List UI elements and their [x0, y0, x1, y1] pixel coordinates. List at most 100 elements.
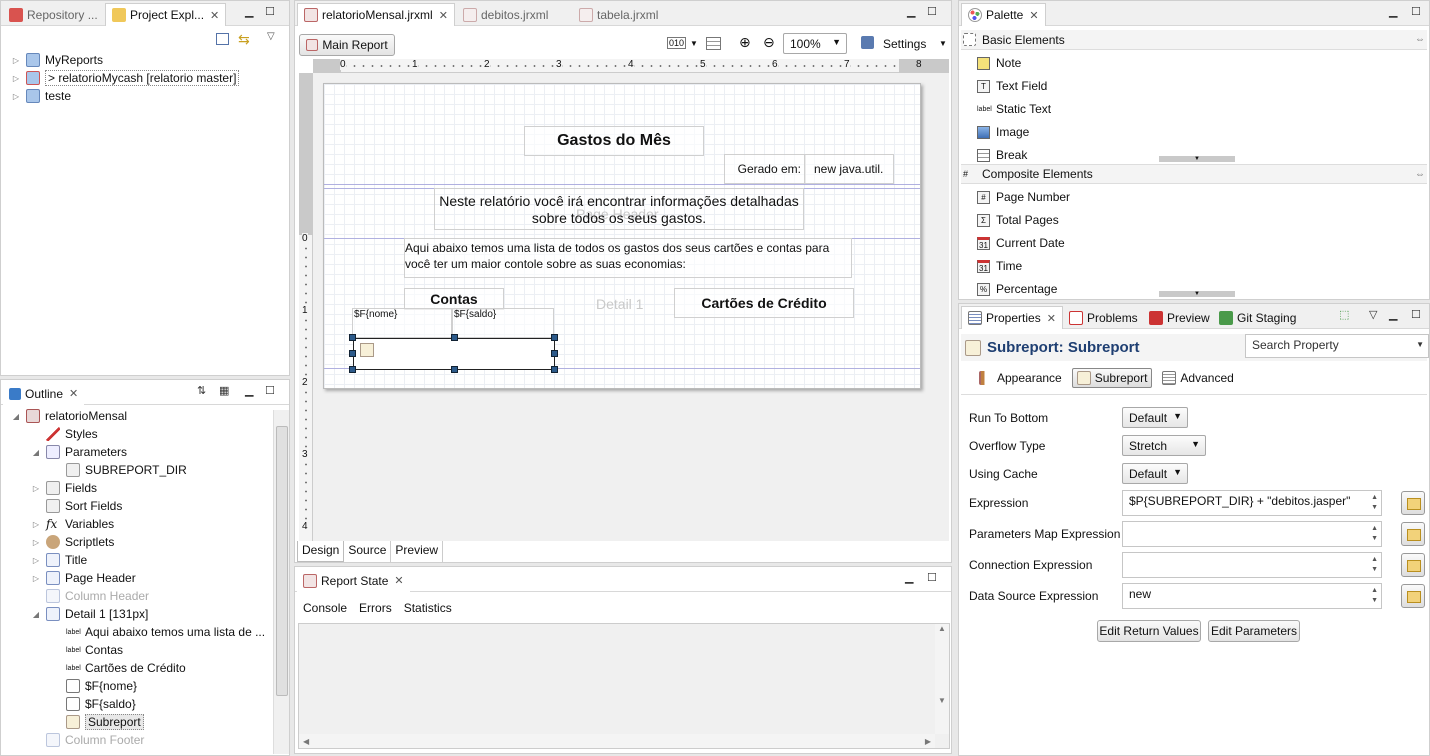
outline-item[interactable]: Styles — [31, 425, 98, 443]
tab-relatoriomensal[interactable]: relatorioMensal.jrxml ✕ — [297, 3, 455, 26]
expand-icon[interactable]: ▷ — [31, 538, 41, 547]
collapse-icon[interactable]: ◢ — [31, 448, 41, 457]
maximize-icon[interactable]: ☐ — [265, 5, 275, 18]
tab-errors[interactable]: Errors — [359, 601, 392, 615]
tab-debitos[interactable]: debitos.jrxml — [457, 3, 554, 26]
resize-handle[interactable] — [349, 334, 356, 341]
tab-advanced[interactable]: Advanced — [1158, 369, 1237, 387]
view-menu-icon[interactable]: ▽ — [267, 31, 275, 42]
filter-icon[interactable]: ▦ — [219, 384, 229, 397]
expression-editor-button[interactable] — [1401, 491, 1425, 515]
outline-item[interactable]: ▷ Page Header — [31, 569, 136, 587]
description-text-element[interactable]: Aqui abaixo temos uma lista de todos os … — [404, 238, 852, 278]
expand-icon[interactable]: ▷ — [31, 556, 41, 565]
tab-outline[interactable]: Outline ✕ — [3, 382, 85, 405]
console-output[interactable]: ▲ ▼ ◀ ▶ — [298, 623, 950, 749]
tab-console[interactable]: Console — [303, 601, 347, 615]
datasource-field[interactable]: new ▲ ▼ — [1122, 583, 1382, 609]
maximize-icon[interactable]: ☐ — [1411, 5, 1421, 18]
new-window-icon[interactable]: ⬚ — [1339, 308, 1349, 321]
expression-field[interactable]: $P{SUBREPORT_DIR} + "debitos.jasper" ▲ ▼ — [1122, 490, 1382, 516]
close-icon[interactable]: ✕ — [394, 574, 403, 587]
palette-item-break[interactable]: Break — [977, 145, 1027, 165]
datasource-editor-button[interactable] — [1401, 584, 1425, 608]
palette-item-current-date[interactable]: 31 Current Date — [977, 233, 1065, 253]
horizontal-scrollbar[interactable]: ◀ ▶ — [299, 734, 935, 748]
close-icon[interactable]: ✕ — [210, 9, 219, 22]
chevron-down-icon[interactable]: ▼ — [939, 39, 947, 48]
tab-report-state[interactable]: Report State ✕ — [297, 569, 410, 592]
collapse-icon[interactable]: ◢ — [31, 610, 41, 619]
edit-return-values-button[interactable]: Edit Return Values — [1097, 620, 1201, 642]
tab-project-explorer[interactable]: Project Expl... ✕ — [105, 3, 227, 26]
field-nome-element[interactable]: $F{nome} — [352, 308, 452, 338]
composite-elements-header[interactable]: # Composite Elements ⇔ — [961, 164, 1427, 184]
pin-icon[interactable]: ⇔ — [1415, 34, 1425, 45]
main-report-button[interactable]: Main Report — [299, 34, 395, 56]
tab-statistics[interactable]: Statistics — [404, 601, 452, 615]
vertical-scrollbar[interactable]: ▲ ▼ — [935, 624, 949, 734]
palette-item-static-text[interactable]: label Static Text — [977, 99, 1051, 119]
expand-icon[interactable]: ▷ — [11, 74, 21, 83]
parameters-map-editor-button[interactable] — [1401, 522, 1425, 546]
resize-handle[interactable] — [551, 334, 558, 341]
palette-item-page-number[interactable]: # Page Number — [977, 187, 1070, 207]
connection-field[interactable]: ▲ ▼ — [1122, 552, 1382, 578]
outline-item[interactable]: ◢ relatorioMensal — [11, 407, 127, 425]
outline-item[interactable]: ◢ Detail 1 [131px] — [31, 605, 148, 623]
resize-handle[interactable] — [551, 350, 558, 357]
minimize-icon[interactable]: ▁ — [905, 571, 913, 584]
maximize-icon[interactable]: ☐ — [927, 5, 937, 18]
using-cache-select[interactable]: Default ▼ — [1122, 463, 1188, 484]
spinner-icon[interactable]: ▲ ▼ — [1371, 524, 1378, 544]
search-property-input[interactable]: Search Property ▼ — [1245, 334, 1429, 358]
composite-scroll-handle[interactable]: ▼ — [1159, 291, 1235, 297]
minimize-icon[interactable]: ▁ — [1389, 308, 1397, 321]
tab-design[interactable]: Design — [297, 541, 345, 562]
basic-scroll-handle[interactable]: ▼ — [1159, 156, 1235, 162]
palette-item-image[interactable]: Image — [977, 122, 1029, 142]
outline-item[interactable]: ◢ Parameters — [31, 443, 127, 461]
outline-item[interactable]: label Contas — [51, 641, 123, 659]
outline-item[interactable]: Sort Fields — [31, 497, 122, 515]
outline-item[interactable]: ▷ fx Variables — [31, 515, 114, 533]
expand-icon[interactable]: ▷ — [31, 520, 41, 529]
chevron-down-icon[interactable]: ▼ — [1416, 340, 1424, 349]
report-canvas[interactable]: Gastos do Mês Gerado em: new java.util. … — [323, 83, 921, 389]
tree-item-relatoriomycash[interactable]: ▷ > relatorioMycash [relatorio master] — [11, 69, 240, 87]
contas-element[interactable]: Contas — [404, 288, 504, 310]
resize-handle[interactable] — [349, 366, 356, 373]
tab-tabela[interactable]: tabela.jrxml — [573, 3, 664, 26]
intro-text-element[interactable]: Neste relatório você irá encontrar infor… — [434, 188, 804, 230]
settings-icon[interactable] — [861, 36, 874, 49]
minimize-icon[interactable]: ▁ — [1389, 5, 1397, 18]
overflow-type-select[interactable]: Stretch ▼ — [1122, 435, 1206, 456]
tab-palette[interactable]: Palette ✕ — [961, 3, 1046, 26]
tree-item-teste[interactable]: ▷ teste — [11, 87, 71, 105]
spinner-icon[interactable]: ▲ ▼ — [1371, 586, 1378, 606]
resize-handle[interactable] — [451, 334, 458, 341]
outline-item-selected[interactable]: Subreport — [51, 713, 144, 731]
collapse-icon[interactable]: ◢ — [11, 412, 21, 421]
generated-label-element[interactable]: Gerado em: — [724, 154, 806, 184]
title-element[interactable]: Gastos do Mês — [524, 126, 704, 156]
tab-subreport[interactable]: Subreport — [1071, 368, 1153, 388]
pin-icon[interactable]: ⇔ — [1415, 169, 1425, 180]
resize-handle[interactable] — [551, 366, 558, 373]
tab-git-staging[interactable]: Git Staging — [1213, 306, 1302, 329]
outline-item[interactable]: ▷ Fields — [31, 479, 97, 497]
outline-item[interactable]: SUBREPORT_DIR — [51, 461, 187, 479]
spinner-icon[interactable]: ▲ ▼ — [1371, 555, 1378, 575]
palette-item-note[interactable]: Note — [977, 53, 1021, 73]
collapse-all-icon[interactable] — [216, 33, 229, 45]
generated-value-element[interactable]: new java.util. — [804, 154, 894, 184]
tab-preview[interactable]: Preview — [391, 541, 444, 562]
layout-icon[interactable] — [706, 37, 721, 50]
edit-parameters-button[interactable]: Edit Parameters — [1208, 620, 1300, 642]
sort-icon[interactable]: ⇅ — [197, 384, 206, 397]
close-icon[interactable]: ✕ — [1029, 9, 1038, 22]
run-to-bottom-select[interactable]: Default ▼ — [1122, 407, 1188, 428]
resize-handle[interactable] — [451, 366, 458, 373]
tree-item-myreports[interactable]: ▷ MyReports — [11, 51, 103, 69]
tab-source[interactable]: Source — [344, 541, 392, 562]
